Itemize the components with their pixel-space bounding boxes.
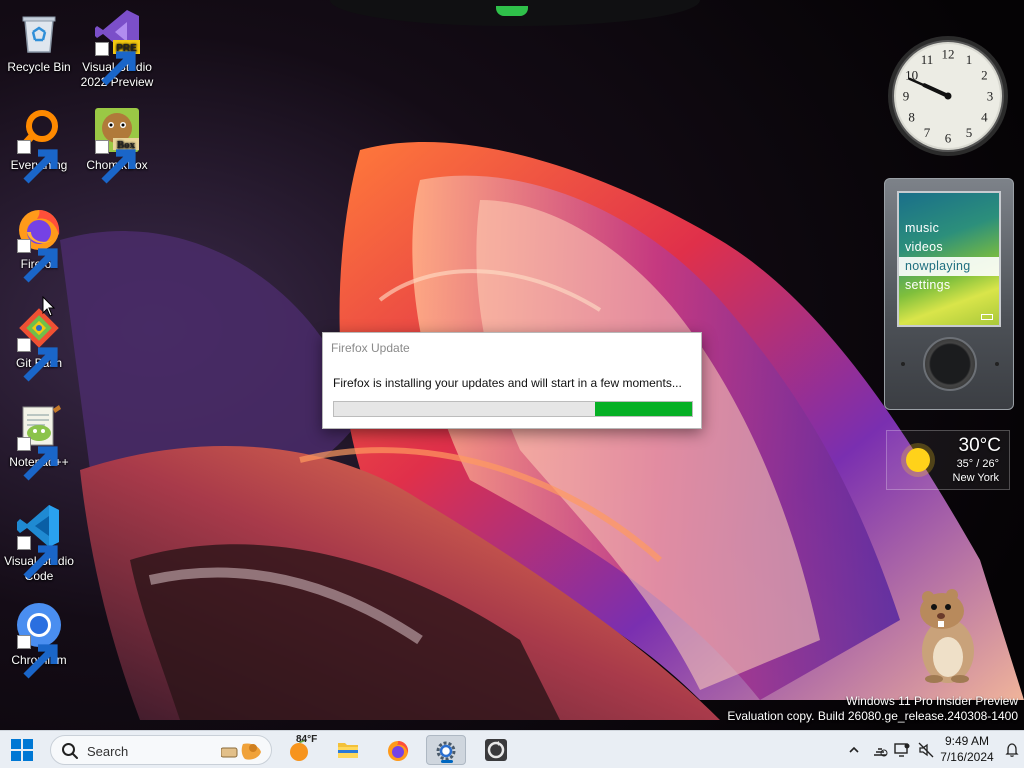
watermark-build: Evaluation copy. Build 26080.ge_release.… xyxy=(727,709,1018,723)
mouse-cursor xyxy=(42,296,56,317)
clock-numeral: 12 xyxy=(942,47,955,62)
desktop-icon-everything[interactable]: Everything xyxy=(0,106,78,184)
sun-icon xyxy=(901,443,935,477)
chromium-icon xyxy=(15,601,63,679)
weather-temperature: 30°C xyxy=(958,435,1001,456)
update-progress-fill xyxy=(595,402,692,416)
taskbar-firefox[interactable] xyxy=(378,735,418,765)
clock-numeral: 6 xyxy=(945,131,952,146)
shortcut-arrow-icon xyxy=(95,140,136,184)
desktop-icon-notepad-plus-plus[interactable]: Notepad++ xyxy=(0,403,78,481)
clock-numeral: 7 xyxy=(924,125,931,140)
updater-icon xyxy=(485,739,507,761)
dialog-title: Firefox Update xyxy=(331,341,410,355)
zune-menu-nowplaying[interactable]: nowplaying xyxy=(899,257,999,276)
gear-icon xyxy=(436,741,456,761)
chomikbox-icon: Box xyxy=(93,106,141,184)
zune-menu-settings[interactable]: settings xyxy=(899,276,999,295)
tray-volume-muted-icon[interactable] xyxy=(918,742,934,758)
taskbar-search-box[interactable]: Search xyxy=(50,735,272,765)
notification-bell-icon[interactable] xyxy=(1004,742,1020,758)
clock-numeral: 9 xyxy=(903,89,910,104)
shortcut-arrow-icon xyxy=(17,239,58,283)
desktop-icon-vscode[interactable]: Visual Studio Code xyxy=(0,502,78,584)
tray-display-icon[interactable] xyxy=(894,742,910,758)
shortcut-arrow-icon xyxy=(17,536,58,580)
visual-studio-preview-icon: PRE xyxy=(93,8,141,86)
vscode-icon xyxy=(15,502,63,580)
tray-overflow-chevron-icon[interactable] xyxy=(846,742,862,758)
taskbar-weather-temp: 84°F xyxy=(296,734,318,745)
weather-city: New York xyxy=(952,472,999,484)
firefox-update-dialog[interactable]: Firefox Update Firefox is installing you… xyxy=(322,332,702,429)
shortcut-arrow-icon xyxy=(95,42,136,86)
weather-gadget[interactable]: 30°C 35° / 26° New York xyxy=(886,430,1010,490)
windows-watermark: Windows 11 Pro Insider Preview Evaluatio… xyxy=(727,694,1018,724)
shortcut-arrow-icon xyxy=(17,635,58,679)
hamster-mascot xyxy=(910,585,984,685)
watermark-edition: Windows 11 Pro Insider Preview xyxy=(846,694,1018,708)
desktop-icon-recycle-bin[interactable]: Recycle Bin xyxy=(0,8,78,75)
notch-indicator xyxy=(496,6,528,16)
clock-numeral: 5 xyxy=(966,125,973,140)
taskbar-clock-date[interactable]: 7/16/2024 xyxy=(936,750,998,764)
desktop-icon-chomikbox[interactable]: Box ChomikBox xyxy=(78,106,156,184)
zune-menu-music[interactable]: music xyxy=(899,219,999,238)
start-button[interactable] xyxy=(8,737,36,763)
search-highlight-icon xyxy=(221,743,261,760)
desktop-icon-visual-studio-preview[interactable]: PRE Visual Studio 2022 Preview xyxy=(78,8,156,90)
firefox-icon xyxy=(388,741,409,761)
update-progress-bar xyxy=(333,401,693,417)
shortcut-arrow-icon xyxy=(17,437,58,481)
clock-numeral: 1 xyxy=(966,52,973,67)
search-label: Search xyxy=(87,744,129,759)
windows-logo-icon xyxy=(11,739,33,761)
clock-gadget[interactable]: 1 2 3 4 5 6 7 8 9 10 11 12 xyxy=(886,34,1010,158)
taskbar-clock-time[interactable]: 9:49 AM xyxy=(936,734,998,748)
zune-back-button[interactable] xyxy=(901,362,905,366)
folder-icon xyxy=(338,743,358,758)
zune-play-button[interactable] xyxy=(995,362,999,366)
taskbar-firefox-updater[interactable] xyxy=(476,735,516,765)
dialog-message: Firefox is installing your updates and w… xyxy=(333,376,682,390)
shortcut-arrow-icon xyxy=(17,140,58,184)
clock-numeral: 2 xyxy=(981,68,988,83)
firefox-icon xyxy=(15,205,63,283)
desktop-icon-git-bash[interactable]: Git Bash xyxy=(0,304,78,382)
everything-search-icon xyxy=(15,106,63,184)
desktop-icon-firefox[interactable]: Firefox xyxy=(0,205,78,283)
desktop-icon-chromium[interactable]: Chromium xyxy=(0,601,78,679)
clock-numeral: 11 xyxy=(921,52,934,67)
zune-screen: music videos nowplaying settings xyxy=(897,191,1001,327)
clock-numeral: 8 xyxy=(908,110,915,125)
zune-control-pad[interactable] xyxy=(923,337,977,391)
search-icon xyxy=(62,743,78,759)
notepad-plus-plus-icon xyxy=(15,403,63,481)
recycle-bin-icon xyxy=(15,8,63,56)
shortcut-arrow-icon xyxy=(17,338,58,382)
battery-icon xyxy=(981,314,993,320)
clock-numeral: 4 xyxy=(981,110,988,125)
taskbar-file-explorer[interactable] xyxy=(328,735,368,765)
clock-numeral: 3 xyxy=(987,89,994,104)
zune-menu: music videos nowplaying settings xyxy=(899,219,999,295)
desktop-icon-label: Recycle Bin xyxy=(7,60,71,74)
zune-menu-videos[interactable]: videos xyxy=(899,238,999,257)
tray-network-icon[interactable] xyxy=(872,742,888,758)
weather-range: 35° / 26° xyxy=(956,458,999,470)
zune-media-gadget[interactable]: music videos nowplaying settings xyxy=(884,178,1014,410)
taskbar: Search 84°F 9:49 AM 7/16/2024 xyxy=(0,730,1024,768)
taskbar-settings[interactable] xyxy=(426,735,466,765)
